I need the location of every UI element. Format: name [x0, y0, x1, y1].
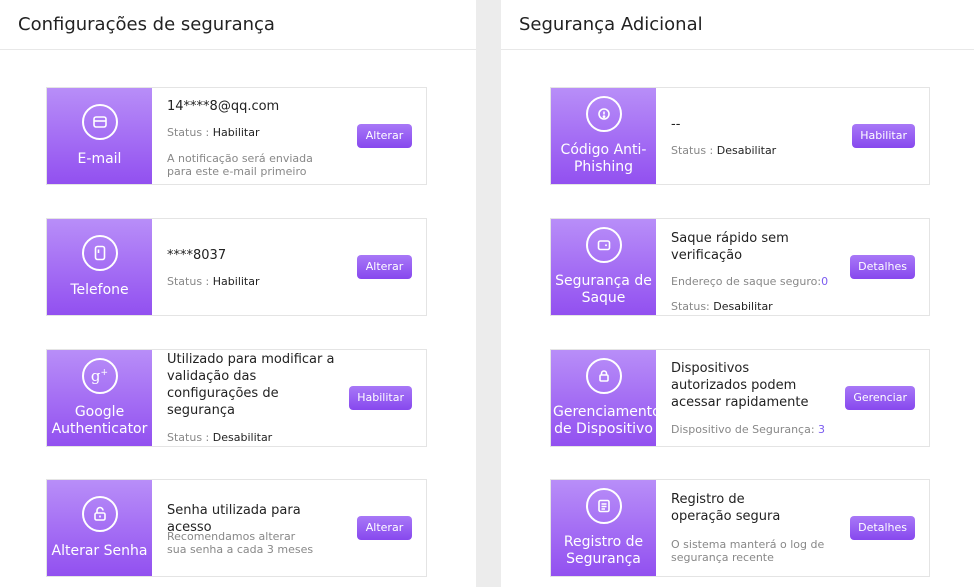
security-device-count: Dispositivo de Segurança: 3 — [671, 423, 826, 436]
phone-value: ****8037 — [167, 248, 227, 263]
security-settings-panel: Configurações de segurança E-mail 14****… — [0, 0, 476, 587]
device-management-label: Gerenciamento de Dispositivo — [553, 404, 661, 437]
google-authenticator-badge: g+ Google Authenticator — [47, 350, 157, 446]
withdrawal-security-description: Saque rápido sem verificação — [671, 231, 789, 263]
security-log-label: Registro de Segurança — [563, 534, 644, 567]
google-authenticator-status: Status : Desabilitar — [167, 431, 273, 444]
withdrawal-security-label: Segurança de Saque — [555, 273, 652, 306]
log-document-icon — [585, 488, 622, 524]
security-log-badge: Registro de Segurança — [551, 480, 661, 576]
phone-label: Telefone — [70, 282, 129, 298]
email-badge: E-mail — [47, 88, 157, 184]
anti-phishing-status: Status : Desabilitar — [671, 144, 777, 157]
device-lock-icon — [585, 358, 622, 394]
anti-phishing-label: Código Anti-Phishing — [560, 142, 647, 175]
withdrawal-details-button[interactable]: Detalhes — [850, 255, 915, 279]
security-log-card: Registro de Segurança Registro de operaç… — [550, 479, 930, 577]
email-card: E-mail 14****8@qq.com Status : Habilitar… — [46, 87, 427, 185]
anti-phishing-badge: Código Anti-Phishing — [551, 88, 661, 184]
phone-status: Status : Habilitar — [167, 275, 260, 288]
email-label: E-mail — [77, 151, 122, 167]
withdrawal-address-count: Endereço de saque seguro:0 — [671, 275, 829, 288]
phone-card: Telefone ****8037 Status : Habilitar Alt… — [46, 218, 427, 316]
phone-badge: Telefone — [47, 219, 157, 315]
phone-icon — [81, 235, 118, 271]
withdrawal-security-status: Status: Desabilitar — [671, 300, 773, 313]
envelope-icon — [81, 104, 118, 140]
anti-phishing-icon — [585, 96, 622, 132]
phone-change-button[interactable]: Alterar — [357, 255, 412, 279]
change-password-badge: Alterar Senha — [47, 480, 157, 576]
security-log-description: Registro de operação segura — [671, 492, 781, 524]
unlock-icon — [81, 496, 118, 532]
google-authenticator-enable-button[interactable]: Habilitar — [349, 386, 412, 410]
security-log-details-button[interactable]: Detalhes — [850, 516, 915, 540]
withdrawal-security-badge: Segurança de Saque — [551, 219, 661, 315]
withdrawal-security-card: Segurança de Saque Saque rápido sem veri… — [550, 218, 930, 316]
email-status: Status : Habilitar — [167, 126, 260, 139]
email-change-button[interactable]: Alterar — [357, 124, 412, 148]
change-password-note: Recomendamos alterar sua senha a cada 3 … — [167, 530, 314, 556]
google-authenticator-label: Google Authenticator — [51, 404, 148, 437]
additional-security-title: Segurança Adicional — [501, 0, 974, 50]
change-password-card: Alterar Senha Senha utilizada para acess… — [46, 479, 427, 577]
anti-phishing-code: -- — [671, 117, 681, 132]
anti-phishing-card: Código Anti-Phishing -- Status : Desabil… — [550, 87, 930, 185]
wallet-icon — [585, 227, 622, 263]
device-management-badge: Gerenciamento de Dispositivo — [551, 350, 661, 446]
security-log-note: O sistema manterá o log de segurança rec… — [671, 538, 825, 564]
change-password-label: Alterar Senha — [51, 543, 148, 559]
manage-devices-button[interactable]: Gerenciar — [845, 386, 915, 410]
change-password-button[interactable]: Alterar — [357, 516, 412, 540]
google-authenticator-card: g+ Google Authenticator Utilizado para m… — [46, 349, 427, 447]
anti-phishing-enable-button[interactable]: Habilitar — [852, 124, 915, 148]
device-management-description: Dispositivos autorizados podem acessar r… — [671, 361, 809, 410]
google-plus-icon: g+ — [81, 358, 118, 394]
device-management-card: Gerenciamento de Dispositivo Dispositivo… — [550, 349, 930, 447]
email-note: A notificação será enviada para este e-m… — [167, 152, 313, 178]
email-value: 14****8@qq.com — [167, 99, 280, 114]
google-authenticator-description: Utilizado para modificar a validação das… — [167, 352, 335, 418]
additional-security-panel: Segurança Adicional Código Anti-Phishing… — [501, 0, 974, 587]
security-settings-title: Configurações de segurança — [0, 0, 476, 50]
